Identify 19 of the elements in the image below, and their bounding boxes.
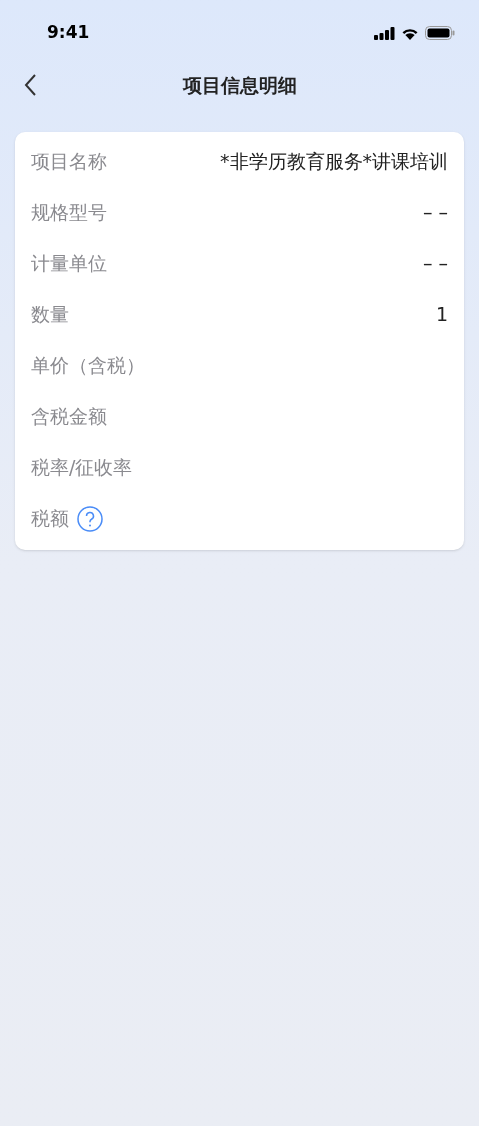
signal-icon (374, 26, 395, 40)
field-label: 含税金额 (31, 404, 107, 430)
field-label: 税率/征收率 (31, 455, 133, 481)
field-value: – – (422, 251, 448, 277)
help-icon[interactable] (77, 505, 103, 532)
field-value: *非学历教育服务*讲课培训 (220, 149, 448, 175)
field-value: – – (422, 200, 448, 226)
field-label: 项目名称 (31, 149, 107, 175)
page-title: 项目信息明细 (182, 72, 297, 98)
field-label: 税额 (31, 506, 69, 532)
field-label: 单价（含税） (31, 353, 145, 379)
field-label: 规格型号 (31, 200, 107, 226)
wifi-icon (401, 26, 419, 40)
battery-icon (425, 26, 455, 40)
field-value: 1 (435, 302, 448, 328)
back-icon[interactable] (23, 73, 37, 97)
status-time: 9:41 (47, 21, 90, 45)
field-label: 计量单位 (31, 251, 107, 277)
field-label: 数量 (31, 302, 69, 328)
